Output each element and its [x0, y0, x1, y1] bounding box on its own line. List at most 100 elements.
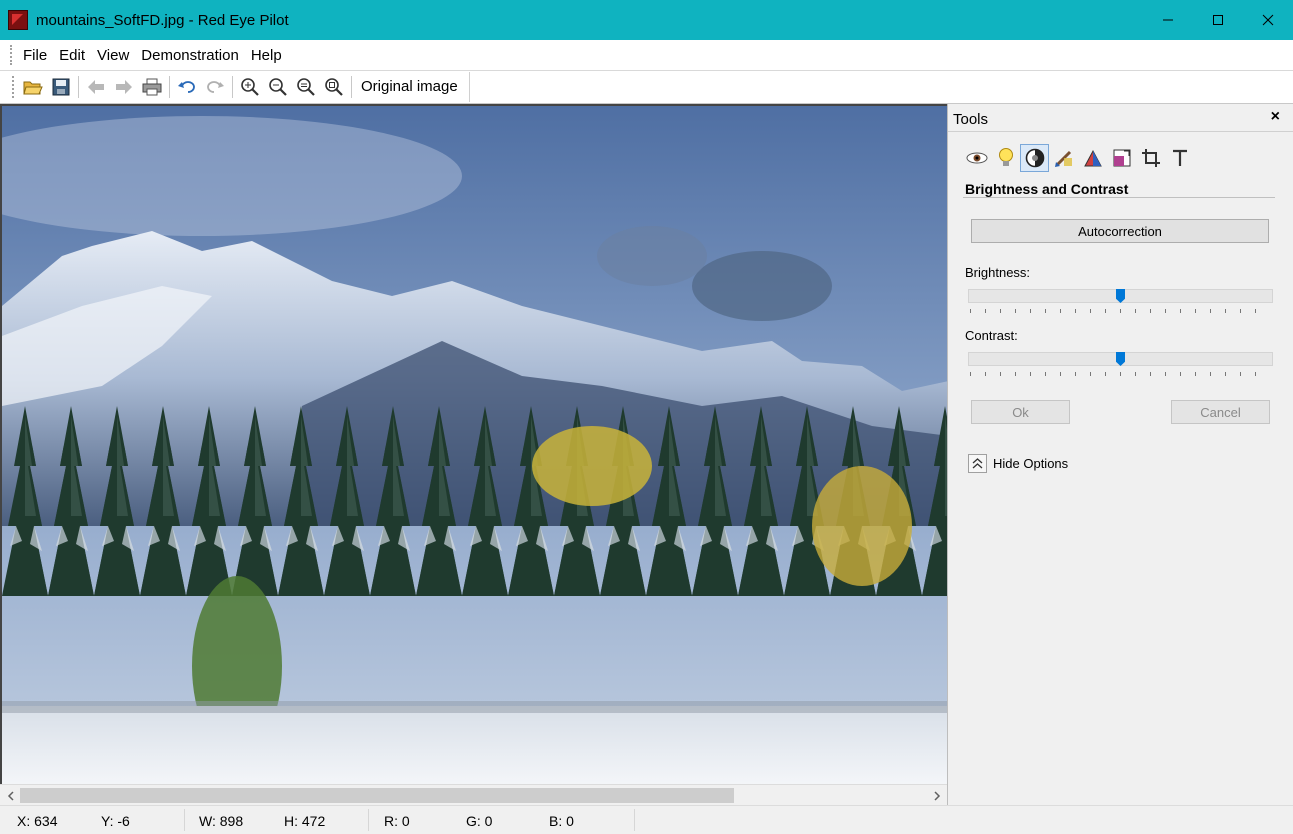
retouch-tool-button[interactable] [1049, 144, 1078, 172]
save-button[interactable] [47, 73, 75, 101]
menu-grip [10, 45, 13, 65]
back-button[interactable] [82, 73, 110, 101]
tools-title: Tools [953, 111, 989, 128]
zoom-fit-button[interactable] [292, 73, 320, 101]
text-icon [1172, 149, 1187, 166]
resize-icon [1113, 149, 1130, 167]
hide-options-toggle[interactable]: Hide Options [968, 454, 1068, 473]
tools-panel: Tools × Brightness and Contrast Autocorr… [947, 104, 1293, 805]
menu-demonstration[interactable]: Demonstration [135, 40, 245, 71]
maximize-icon [1213, 15, 1223, 25]
horizontal-scrollbar[interactable] [0, 784, 947, 805]
resize-tool-button[interactable] [1107, 144, 1136, 172]
contrast-label: Contrast: [965, 328, 1018, 343]
triangle-icon [1083, 149, 1102, 167]
ok-button[interactable]: Ok [971, 400, 1070, 424]
crop-icon [1141, 149, 1160, 167]
red-eye-tool-button[interactable] [962, 144, 991, 172]
toolbar-separator [351, 76, 352, 98]
light-tool-button[interactable] [991, 144, 1020, 172]
status-y: Y: -6 [101, 813, 130, 829]
window-title: mountains_SoftFD.jpg - Red Eye Pilot [36, 11, 289, 29]
status-bar: X: 634 Y: -6 W: 898 H: 472 R: 0 G: 0 B: … [0, 805, 1293, 834]
brightness-label: Brightness: [965, 265, 1031, 280]
chevron-up-icon [968, 454, 987, 473]
section-divider [963, 197, 1275, 198]
close-window-button[interactable] [1243, 0, 1293, 40]
zoom-in-icon [241, 78, 259, 96]
bulb-icon [998, 148, 1013, 166]
tool-icon-bar [962, 144, 1194, 172]
image-canvas[interactable] [0, 104, 947, 784]
chevron-left-icon [7, 790, 14, 801]
forward-button[interactable] [110, 73, 138, 101]
status-blue: B: 0 [549, 813, 574, 829]
status-separator [368, 809, 369, 831]
status-x: X: 634 [17, 813, 58, 829]
tools-close-button[interactable]: × [1271, 108, 1280, 126]
hide-options-label: Hide Options [993, 456, 1069, 471]
menu-edit[interactable]: Edit [53, 40, 91, 71]
close-icon [1262, 14, 1274, 26]
crop-tool-button[interactable] [1136, 144, 1165, 172]
undo-icon [178, 81, 195, 93]
scroll-right-button[interactable] [928, 787, 945, 804]
contrast-slider-ticks [970, 372, 1270, 376]
print-button[interactable] [138, 73, 166, 101]
redo-icon [207, 81, 224, 93]
zoom-in-button[interactable] [236, 73, 264, 101]
tools-header: Tools × [948, 104, 1293, 132]
status-height: H: 472 [284, 813, 326, 829]
maximize-button[interactable] [1193, 0, 1243, 40]
mountain-landscape-image [2, 106, 947, 784]
menu-help[interactable]: Help [245, 40, 288, 71]
printer-icon [142, 78, 162, 96]
brush-icon [1054, 150, 1072, 167]
autocorrection-button[interactable]: Autocorrection [971, 219, 1269, 243]
effects-tool-button[interactable] [1078, 144, 1107, 172]
status-width: W: 898 [199, 813, 244, 829]
status-separator [634, 809, 635, 831]
menu-bar: File Edit View Demonstration Help [0, 40, 1293, 71]
zoom-actual-icon [325, 78, 343, 96]
zoom-out-icon [269, 78, 287, 96]
save-icon [52, 78, 70, 96]
toolbar: Original image [0, 71, 1293, 104]
contrast-slider[interactable] [968, 352, 1273, 380]
status-red: R: 0 [384, 813, 410, 829]
original-image-button[interactable]: Original image [355, 73, 464, 101]
scrollbar-thumb[interactable] [20, 788, 734, 803]
minimize-button[interactable] [1143, 0, 1193, 40]
open-button[interactable] [19, 73, 47, 101]
redo-button[interactable] [201, 73, 229, 101]
zoom-fit-icon [297, 78, 315, 96]
brightness-contrast-tool-button[interactable] [1020, 144, 1049, 172]
minimize-icon [1163, 19, 1173, 21]
chevron-right-icon [933, 790, 940, 801]
menu-view[interactable]: View [91, 40, 135, 71]
eye-icon [966, 152, 987, 164]
toolbar-separator [169, 76, 170, 98]
zoom-actual-button[interactable] [320, 73, 348, 101]
zoom-out-button[interactable] [264, 73, 292, 101]
section-title: Brightness and Contrast [965, 181, 1129, 197]
status-separator [184, 809, 185, 831]
open-folder-icon [23, 81, 43, 95]
toolbar-separator [232, 76, 233, 98]
arrow-right-icon [116, 80, 132, 94]
menu-file[interactable]: File [17, 40, 53, 71]
undo-button[interactable] [173, 73, 201, 101]
cancel-button[interactable]: Cancel [1171, 400, 1270, 424]
brightness-contrast-icon [1025, 148, 1044, 168]
toolbar-grip [12, 76, 15, 98]
arrow-left-icon [88, 80, 104, 94]
status-green: G: 0 [466, 813, 493, 829]
title-bar: mountains_SoftFD.jpg - Red Eye Pilot [0, 0, 1293, 40]
text-tool-button[interactable] [1165, 144, 1194, 172]
toolbar-separator [78, 76, 79, 98]
brightness-slider[interactable] [968, 289, 1273, 317]
app-icon [8, 10, 28, 30]
brightness-slider-ticks [970, 309, 1270, 313]
window-controls [1143, 0, 1293, 40]
scroll-left-button[interactable] [2, 787, 19, 804]
